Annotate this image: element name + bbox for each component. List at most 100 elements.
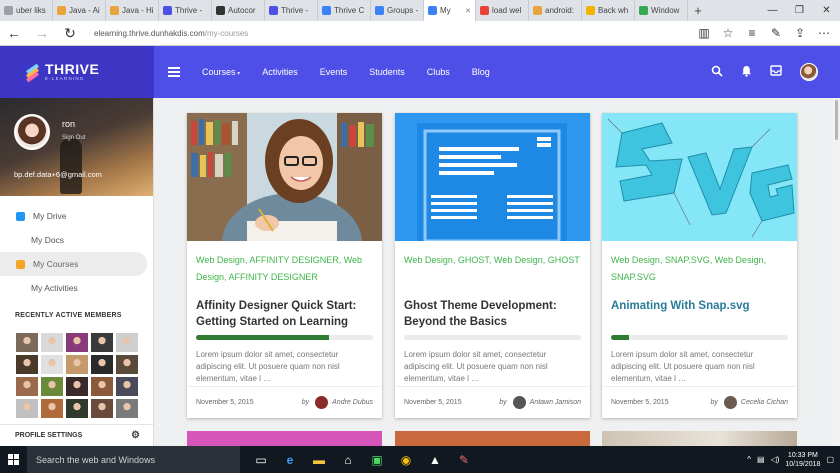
course-card-partial[interactable] [602, 431, 797, 446]
author-name[interactable]: Cecelia Cichan [741, 399, 788, 406]
profile-avatar[interactable] [14, 114, 50, 150]
hamburger-menu-icon[interactable] [168, 65, 180, 79]
course-tags[interactable]: Web Design, GHOST, Web Design, GHOST [395, 241, 590, 290]
member-avatar[interactable] [16, 399, 38, 418]
tray-up-icon[interactable]: ^ [747, 455, 751, 464]
brand-logo[interactable]: THRIVE E-LEARNING [0, 46, 154, 98]
browser-tab[interactable]: load wel [476, 0, 529, 21]
author-name[interactable]: Andre Dubus [332, 399, 373, 406]
course-tags[interactable]: Web Design, SNAP.SVG, Web Design, SNAP.S… [602, 241, 797, 290]
file-explorer-icon[interactable]: ▬ [310, 451, 328, 469]
course-title[interactable]: Affinity Designer Quick Start: Getting S… [187, 298, 382, 331]
paint-icon[interactable]: ✎ [455, 451, 473, 469]
inbox-icon[interactable] [770, 65, 782, 79]
member-avatar[interactable] [116, 355, 138, 374]
author-avatar[interactable] [315, 396, 329, 409]
nav-clubs[interactable]: Clubs [427, 67, 450, 77]
page-scrollbar[interactable] [833, 98, 840, 446]
member-avatar[interactable] [16, 377, 38, 396]
author-avatar[interactable] [723, 396, 737, 409]
member-avatar[interactable] [41, 333, 63, 352]
browser-tab[interactable]: Java - Ai [53, 0, 106, 21]
course-title[interactable]: Animating With Snap.svg [602, 298, 797, 331]
favorite-star-icon[interactable]: ☆ [720, 26, 736, 40]
sign-out-link[interactable]: Sign Out [62, 135, 85, 141]
restore-button[interactable]: ❐ [786, 0, 813, 21]
sidebar-item-my-drive[interactable]: My Drive [0, 204, 153, 228]
member-avatar[interactable] [116, 333, 138, 352]
nav-blog[interactable]: Blog [472, 67, 490, 77]
sidebar-item-my-courses[interactable]: My Courses [0, 252, 147, 276]
browser-tab[interactable]: Back wh [582, 0, 635, 21]
member-avatar[interactable] [66, 333, 88, 352]
browser-tab[interactable]: Java - Hi [106, 0, 159, 21]
nav-students[interactable]: Students [369, 67, 405, 77]
share-icon[interactable]: ⇪ [792, 26, 808, 40]
browser-tab[interactable]: Autocor [212, 0, 265, 21]
course-thumbnail[interactable] [187, 113, 382, 241]
refresh-icon[interactable]: ↻ [56, 25, 84, 42]
course-card-partial[interactable] [395, 431, 590, 446]
chrome-icon[interactable]: ◉ [397, 451, 415, 469]
author-avatar[interactable] [512, 396, 526, 409]
action-center-icon[interactable]: ▢ [826, 455, 834, 464]
member-avatar[interactable] [91, 333, 113, 352]
phone-app-icon[interactable]: ▣ [368, 451, 386, 469]
web-note-icon[interactable]: ✎ [768, 26, 784, 40]
profile-settings-link[interactable]: PROFILE SETTINGS ⚙ [0, 424, 153, 446]
member-avatar[interactable] [66, 355, 88, 374]
close-window-button[interactable]: ✕ [813, 0, 840, 21]
more-icon[interactable]: ⋯ [816, 26, 832, 40]
member-avatar[interactable] [116, 377, 138, 396]
member-avatar[interactable] [91, 355, 113, 374]
course-card-partial[interactable] [187, 431, 382, 446]
course-thumbnail[interactable] [395, 113, 590, 241]
browser-tab[interactable]: Thrive - [159, 0, 212, 21]
author-name[interactable]: Antawn Jamison [530, 399, 581, 406]
member-avatar[interactable] [91, 377, 113, 396]
windows-start-icon[interactable] [0, 454, 27, 465]
member-avatar[interactable] [16, 355, 38, 374]
taskbar-search-box[interactable]: Search the web and Windows [27, 446, 240, 473]
member-avatar[interactable] [41, 355, 63, 374]
course-title[interactable]: Ghost Theme Development: Beyond the Basi… [395, 298, 590, 331]
member-avatar[interactable] [91, 399, 113, 418]
new-tab-button[interactable]: + [688, 0, 708, 21]
browser-tab[interactable]: My ✕ [424, 0, 476, 21]
course-thumbnail[interactable] [602, 113, 797, 241]
forward-arrow-icon[interactable]: → [28, 25, 56, 41]
member-avatar[interactable] [41, 399, 63, 418]
course-tags[interactable]: Web Design, AFFINITY DESIGNER, Web Desig… [187, 241, 382, 290]
close-tab-icon[interactable]: ✕ [465, 7, 471, 15]
volume-icon[interactable]: ◁) [771, 455, 780, 464]
browser-tab[interactable]: Thrive C [318, 0, 371, 21]
nav-events[interactable]: Events [320, 67, 348, 77]
member-avatar[interactable] [66, 399, 88, 418]
sidebar-item-my-docs[interactable]: My Docs [0, 228, 153, 252]
browser-tab[interactable]: Thrive - [265, 0, 318, 21]
network-icon[interactable]: ▤ [757, 455, 765, 464]
member-avatar[interactable] [66, 377, 88, 396]
url-field[interactable]: elearning.thrive.dunhakdis.com/my-course… [94, 29, 248, 38]
browser-tab[interactable]: Window [635, 0, 688, 21]
profile-username[interactable]: ron [62, 119, 75, 129]
nav-activities[interactable]: Activities [262, 67, 298, 77]
course-card[interactable]: Web Design, SNAP.SVG, Web Design, SNAP.S… [602, 113, 797, 418]
photos-icon[interactable]: ▲ [426, 451, 444, 469]
browser-tab[interactable]: android: [529, 0, 582, 21]
store-icon[interactable]: ⌂ [339, 451, 357, 469]
clock[interactable]: 10:33 PM 10/19/2018 [785, 451, 820, 469]
course-card[interactable]: Web Design, AFFINITY DESIGNER, Web Desig… [187, 113, 382, 418]
search-icon[interactable] [711, 65, 723, 80]
gear-icon[interactable]: ⚙ [131, 430, 140, 441]
minimize-button[interactable]: — [759, 0, 786, 21]
browser-tab[interactable]: Groups - [371, 0, 424, 21]
browser-tab[interactable]: uber liks [0, 0, 53, 21]
sidebar-item-my-activities[interactable]: My Activities [0, 276, 153, 300]
task-view-icon[interactable]: ▭ [252, 451, 270, 469]
hub-icon[interactable]: ≡ [744, 26, 760, 40]
notifications-bell-icon[interactable] [741, 65, 752, 80]
member-avatar[interactable] [41, 377, 63, 396]
nav-courses[interactable]: Courses [202, 67, 240, 77]
edge-browser-icon[interactable]: e [281, 451, 299, 469]
